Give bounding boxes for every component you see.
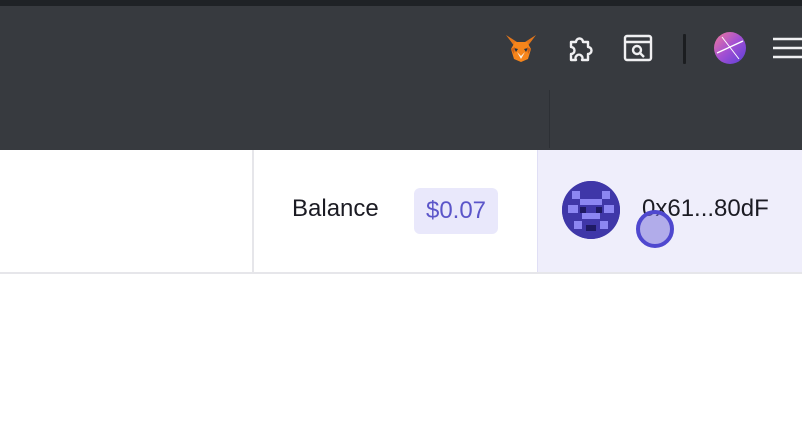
extensions-puzzle-icon[interactable]	[563, 30, 599, 66]
tab-strip	[0, 86, 802, 150]
tab-divider	[549, 90, 550, 148]
browser-toolbar	[0, 6, 802, 86]
header-separator	[252, 150, 254, 272]
account-avatar	[562, 181, 620, 239]
account-button[interactable]: 0x61...80dF	[537, 150, 802, 272]
cursor-indicator	[636, 210, 674, 248]
app-header: Balance $0.07 0x61...80dF	[0, 150, 802, 274]
screenshot-search-icon[interactable]	[620, 30, 656, 66]
profile-avatar-icon[interactable]	[712, 30, 748, 66]
metamask-fox-icon[interactable]	[503, 30, 539, 66]
balance-value-chip[interactable]: $0.07	[414, 188, 498, 234]
balance-label: Balance	[292, 195, 379, 222]
toolbar-separator	[683, 34, 686, 64]
hamburger-menu-icon[interactable]	[768, 30, 802, 66]
